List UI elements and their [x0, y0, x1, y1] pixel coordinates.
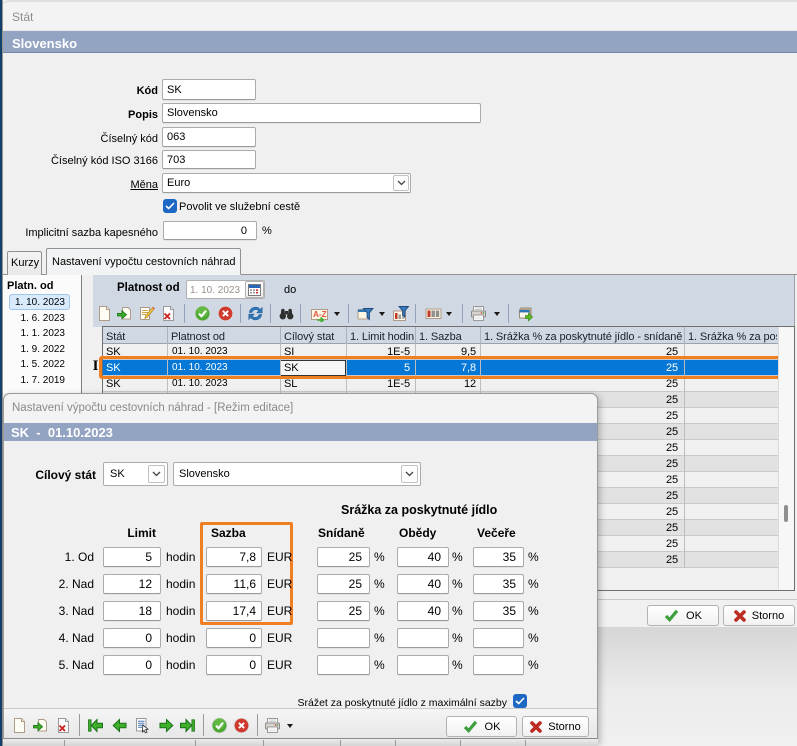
svg-text:A-Z: A-Z: [313, 310, 327, 319]
